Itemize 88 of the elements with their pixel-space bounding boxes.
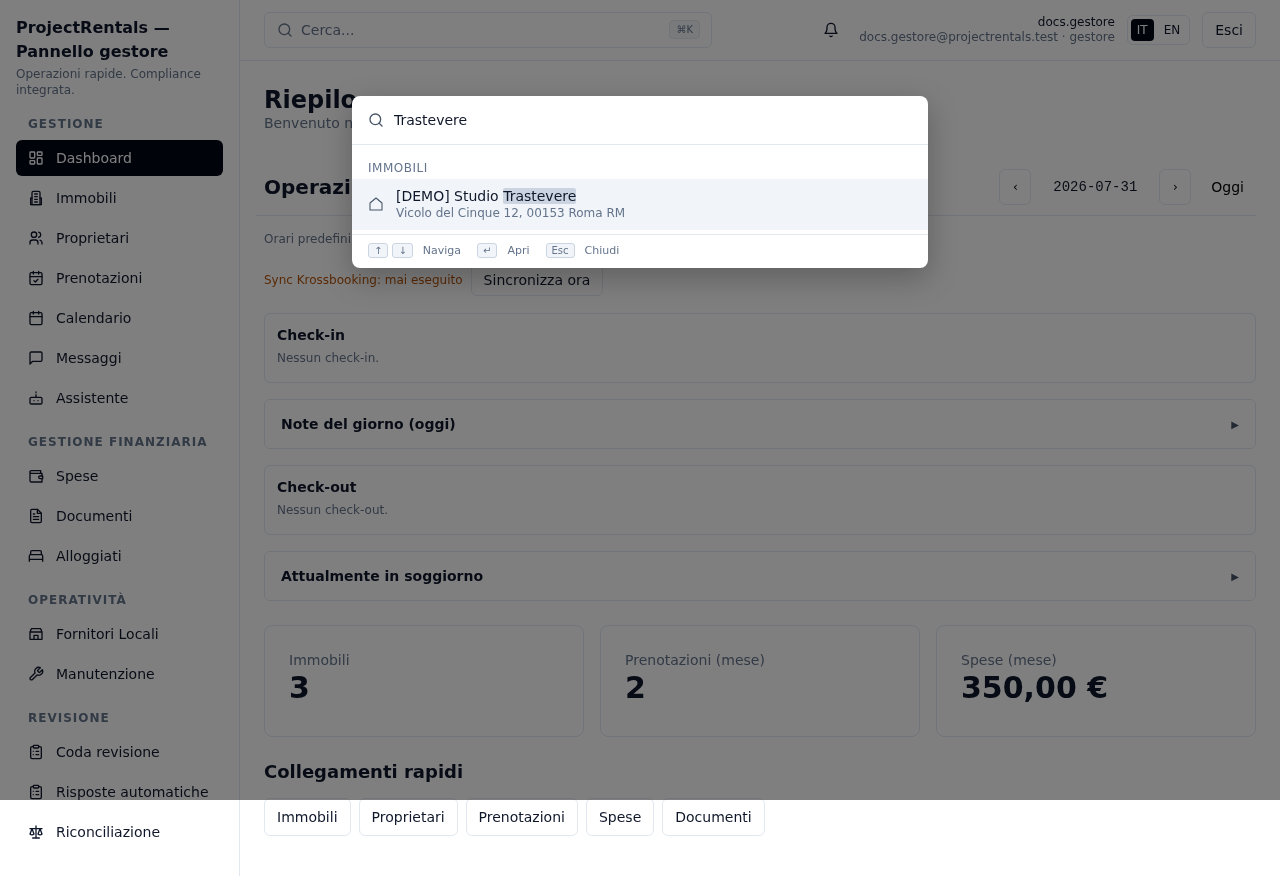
house-icon [368,196,384,212]
page-subtitle: Benvenuto n [264,115,354,131]
quick-link-button[interactable]: Spese [585,798,655,836]
stat-value: 3 [289,670,311,705]
panel-title: Attualmente in soggiorno [281,568,484,584]
stat-value: 350,00 € [961,670,1110,705]
search-icon [368,112,384,128]
hint-label: Apri [507,244,530,257]
nav-item[interactable]: Riconciliazione [16,814,223,850]
hours-note: Orari predefini [264,232,352,246]
wrench-icon [28,666,44,682]
quick-link-button[interactable]: Proprietari [358,798,458,836]
users-icon [28,230,44,246]
quick-link-button[interactable]: Prenotazioni [465,798,578,836]
collapsible-panel[interactable]: Attualmente in soggiorno ▶ [264,551,1256,601]
quick-link-button[interactable]: Documenti [662,798,765,836]
user-email: docs.gestore@projectrentals.test · gestore [859,30,1115,45]
app-title: ProjectRentals — Pannello gestore [16,17,171,63]
today-button[interactable]: Oggi [1191,169,1256,205]
nav-item[interactable]: Proprietari [16,220,223,256]
nav-item[interactable]: Documenti [16,498,223,534]
file-icon [28,508,44,524]
nav-item[interactable]: Messaggi [16,340,223,376]
section-heading: GESTIONE FINANZIARIA [27,434,209,450]
key-cap: ↓ [392,243,413,258]
date-label: 2026-07-31 [1052,179,1139,195]
key-cap: ↑ [368,243,389,258]
nav-item[interactable]: Immobili [16,180,223,216]
section-title: Collegamenti rapidi [264,761,465,782]
card-title: Check-out [277,479,358,495]
language-option[interactable]: EN [1157,19,1187,41]
next-day-button[interactable]: › [1159,169,1192,205]
store-icon [28,626,44,642]
result-address: Vicolo del Cinque 12, 00153 Roma RM [396,206,626,220]
result-group-heading: IMMOBILI [367,160,429,177]
nav-item[interactable]: Calendario [16,300,223,336]
nav-item[interactable]: Dashboard [16,140,223,176]
panel-title: Note del giorno (oggi) [281,416,456,432]
user-name: docs.gestore [1037,15,1115,30]
section-heading: REVISIONE [27,710,111,726]
wallet-icon [28,468,44,484]
key-cap: Esc [545,243,575,258]
section-heading: OPERATIVITÀ [27,592,128,608]
shortcut-key: ⌘K [669,20,700,39]
nav-item[interactable]: Prenotazioni [16,260,223,296]
previous-day-button[interactable]: ‹ [999,169,1032,205]
grid-icon [28,150,44,166]
stat-label: Prenotazioni (mese) [625,652,766,668]
nav-item[interactable]: Assistente [16,380,223,416]
quick-link-button[interactable]: Immobili [264,798,351,836]
stat-label: Immobili [289,652,351,668]
nav-item[interactable]: Coda revisione [16,734,223,770]
empty-message: Nessun check-in. [277,351,381,365]
logout-button[interactable]: Esci [1202,12,1256,48]
card-title: Check-in [277,327,346,343]
calendar-icon [28,310,44,326]
search-icon [277,22,293,38]
nav-item[interactable]: Risposte automatiche [16,774,223,810]
key-cap: ↵ [477,243,498,258]
clipboard-icon [28,744,44,760]
calcheck-icon [28,270,44,286]
search-result[interactable]: [DEMO] Studio Trastevere Vicolo del Cinque 12, 00153 Roma RM [352,179,928,230]
hint-label: Naviga [422,244,462,257]
page-title: Riepilo [264,85,359,115]
nav-item[interactable]: Alloggiati [16,538,223,574]
bot-icon [28,390,44,406]
nav-item[interactable]: Manutenzione [16,656,223,692]
result-title: [DEMO] Studio Trastevere [396,188,578,204]
app-tagline: Operazioni rapide. Compliance integrata. [16,66,202,98]
stat-label: Spese (mese) [961,652,1058,668]
nav-item[interactable]: Spese [16,458,223,494]
sync-status: Sync Krossbooking: mai eseguito [264,273,463,287]
stat-value: 2 [625,670,647,705]
expand-marker: ▶ [1231,418,1239,430]
building-icon [28,190,44,206]
collapsible-panel[interactable]: Note del giorno (oggi) ▶ [264,399,1256,449]
section-title: Operazi [264,175,351,199]
empty-message: Nessun check-out. [277,503,390,517]
expand-marker: ▶ [1231,570,1239,582]
hint-label: Chiudi [584,244,620,257]
bed-icon [28,548,44,564]
section-heading: GESTIONE [27,116,105,132]
language-option[interactable]: IT [1130,19,1154,41]
bell-icon[interactable] [823,22,840,38]
clipboard-icon [28,784,44,800]
scale-icon [28,824,44,840]
message-icon [28,350,44,366]
nav-item[interactable]: Fornitori Locali [16,616,223,652]
